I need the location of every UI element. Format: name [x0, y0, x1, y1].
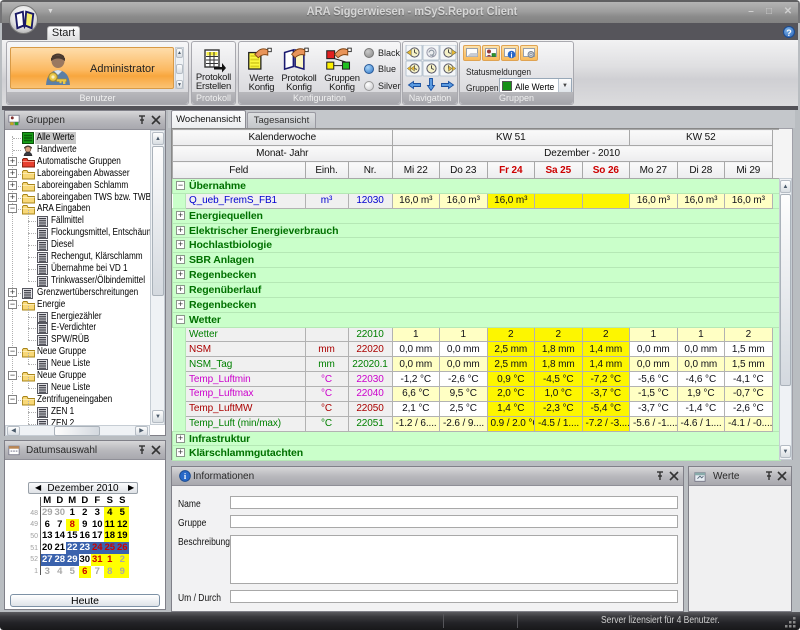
svg-text:i: i — [511, 52, 513, 59]
